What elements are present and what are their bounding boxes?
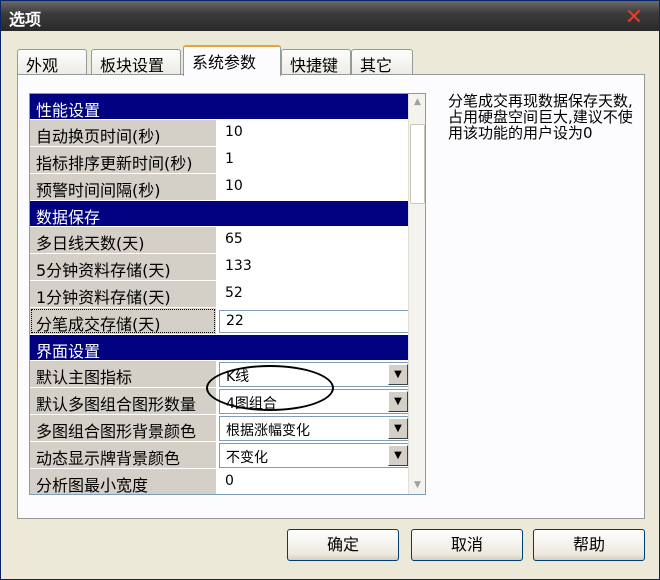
description-text: 分笔成交再现数据保存天数,占用硬盘空间巨大,建议不使用该功能的用户设为0 [448, 92, 633, 142]
row-value-edit-field[interactable]: 22 [219, 310, 410, 333]
chevron-down-icon[interactable]: ▼ [388, 364, 408, 385]
row-value-dropdown[interactable]: 4图组合 ▼ [219, 389, 410, 414]
property-grid: 性能设置 自动换页时间(秒) 10 指标排序更新时间(秒) 1 预警时间间隔(秒… [29, 93, 426, 495]
table-row[interactable]: 默认主图指标 K线 ▼ [30, 361, 410, 388]
row-label: 默认多图组合图形数量 [30, 388, 216, 414]
arrow-up-icon[interactable]: ▲ [409, 94, 425, 111]
window-title: 选项 [9, 10, 42, 29]
row-value[interactable]: 52 [219, 281, 410, 307]
section-header-performance: 性能设置 [30, 94, 410, 120]
dropdown-value: K线 [226, 369, 250, 385]
row-value[interactable]: 0 [219, 469, 410, 494]
table-row[interactable]: 动态显示牌背景颜色 不变化 ▼ [30, 442, 410, 469]
table-row[interactable]: 分笔成交存储(天) 22 [30, 308, 410, 335]
table-row[interactable]: 分析图最小宽度 0 [30, 469, 410, 494]
cancel-button[interactable]: 取消 [411, 529, 523, 561]
row-label: 指标排序更新时间(秒) [30, 147, 216, 173]
table-row[interactable]: 5分钟资料存储(天) 133 [30, 254, 410, 281]
title-bar[interactable]: 选项 ✕ [1, 1, 659, 31]
row-label: 多日线天数(天) [30, 227, 216, 253]
chevron-down-icon[interactable]: ▼ [388, 418, 408, 439]
row-value[interactable]: 133 [219, 254, 410, 280]
row-label: 动态显示牌背景颜色 [30, 442, 216, 468]
table-row[interactable]: 多图组合图形背景颜色 根据涨幅变化 ▼ [30, 415, 410, 442]
row-label-selected: 分笔成交存储(天) [30, 308, 216, 334]
close-icon[interactable]: ✕ [623, 7, 645, 29]
section-header-data-storage: 数据保存 [30, 201, 410, 227]
row-label: 默认主图指标 [30, 361, 216, 387]
row-value[interactable]: 1 [219, 147, 410, 173]
table-row[interactable]: 多日线天数(天) 65 [30, 227, 410, 254]
tab-appearance[interactable]: 外观 [17, 49, 87, 75]
row-value[interactable]: 65 [219, 227, 410, 253]
arrow-down-icon[interactable]: ▼ [409, 477, 425, 494]
dropdown-value: 根据涨幅变化 [226, 423, 310, 439]
chevron-down-icon[interactable]: ▼ [388, 445, 408, 466]
table-row[interactable]: 1分钟资料存储(天) 52 [30, 281, 410, 308]
row-value[interactable]: 10 [219, 120, 410, 146]
row-value-dropdown[interactable]: 不变化 ▼ [219, 443, 410, 468]
tab-shortcuts[interactable]: 快捷键 [281, 49, 351, 75]
row-label: 分析图最小宽度 [30, 469, 216, 494]
chevron-down-icon[interactable]: ▼ [388, 391, 408, 412]
table-row[interactable]: 自动换页时间(秒) 10 [30, 120, 410, 147]
tab-system-params[interactable]: 系统参数 [183, 45, 281, 76]
tab-board-settings[interactable]: 板块设置 [91, 49, 181, 75]
row-value-dropdown[interactable]: K线 ▼ [219, 362, 410, 387]
dropdown-value: 4图组合 [226, 396, 277, 412]
scrollbar-thumb[interactable] [410, 124, 425, 204]
row-value[interactable]: 10 [219, 174, 410, 200]
row-label: 1分钟资料存储(天) [30, 281, 216, 307]
section-header-interface: 界面设置 [30, 335, 410, 361]
ok-button[interactable]: 确定 [287, 529, 399, 561]
help-button[interactable]: 帮助 [533, 529, 645, 561]
row-label: 5分钟资料存储(天) [30, 254, 216, 280]
vertical-scrollbar[interactable]: ▲ ▼ [408, 94, 425, 494]
row-label: 预警时间间隔(秒) [30, 174, 216, 200]
property-grid-content: 性能设置 自动换页时间(秒) 10 指标排序更新时间(秒) 1 预警时间间隔(秒… [30, 94, 410, 494]
dropdown-value: 不变化 [226, 450, 268, 466]
table-row[interactable]: 预警时间间隔(秒) 10 [30, 174, 410, 201]
options-dialog: 选项 ✕ 外观 板块设置 系统参数 快捷键 其它 性能设置 自动换页时间(秒) … [0, 0, 660, 580]
table-row[interactable]: 指标排序更新时间(秒) 1 [30, 147, 410, 174]
table-row[interactable]: 默认多图组合图形数量 4图组合 ▼ [30, 388, 410, 415]
tab-panel: 性能设置 自动换页时间(秒) 10 指标排序更新时间(秒) 1 预警时间间隔(秒… [17, 74, 645, 519]
row-value-dropdown[interactable]: 根据涨幅变化 ▼ [219, 416, 410, 441]
row-label: 自动换页时间(秒) [30, 120, 216, 146]
tab-other[interactable]: 其它 [351, 49, 413, 75]
row-label: 多图组合图形背景颜色 [30, 415, 216, 441]
